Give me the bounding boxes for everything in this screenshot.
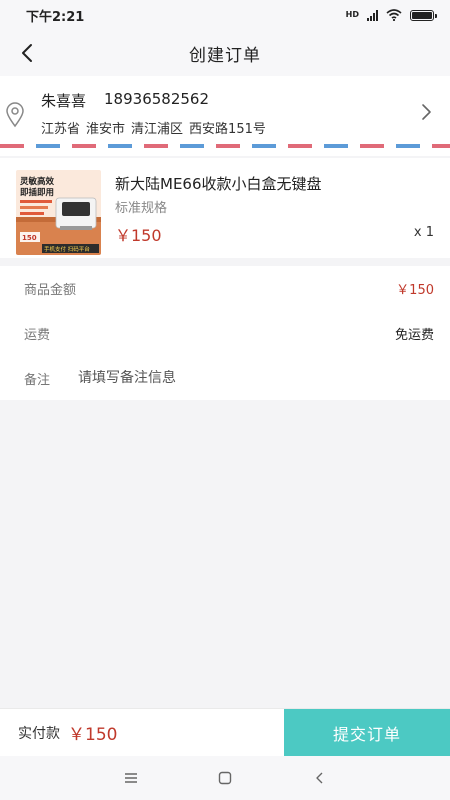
product-price: ￥150	[115, 226, 162, 245]
note-label: 备注	[24, 372, 51, 388]
product-quantity: x 1	[413, 225, 434, 240]
wifi-icon	[386, 9, 402, 21]
address-street: 西安路151号	[189, 122, 266, 137]
system-back-button[interactable]	[309, 768, 329, 788]
order-summary: 商品金额 ￥150 运费 免运费 备注	[0, 266, 450, 400]
header: 创建订单	[0, 30, 450, 76]
hd-label: HD	[345, 10, 359, 19]
goods-amount-label: 商品金额	[24, 282, 77, 298]
address-district: 清江浦区	[131, 122, 184, 137]
battery-icon	[410, 9, 437, 21]
menu-icon	[125, 773, 137, 783]
address-province: 江苏省	[41, 122, 81, 137]
product-image: 灵敏高效 即插即用 150 手机支付 扫码平台	[16, 170, 101, 255]
checkout-bar: 实付款 ￥150 提交订单	[0, 708, 450, 757]
page-title: 创建订单	[189, 45, 261, 66]
address-city: 淮安市	[86, 122, 126, 137]
goods-amount-value: ￥150	[396, 282, 434, 298]
chevron-left-icon	[22, 44, 32, 62]
recipient-name: 朱喜喜	[41, 92, 87, 110]
goods-amount-row: 商品金额 ￥150	[0, 266, 450, 310]
submit-order-button[interactable]: 提交订单	[284, 709, 450, 757]
note-row: 备注	[0, 356, 450, 400]
chevron-right-icon	[422, 104, 431, 120]
product-item: 灵敏高效 即插即用 150 手机支付 扫码平台 新大陆ME66收款小白盒无键盘 …	[0, 158, 450, 258]
recipient-line: 朱喜喜 18936582562	[41, 90, 209, 111]
status-icons: HD	[345, 9, 437, 21]
status-time: 下午2:21	[26, 9, 85, 25]
thumb-banner: 手机支付 扫码平台	[44, 245, 90, 253]
shipping-label: 运费	[24, 327, 51, 343]
recipient-phone: 18936582562	[104, 90, 209, 108]
thumb-price-tag: 150	[22, 234, 37, 242]
home-button[interactable]	[215, 768, 235, 788]
shipping-row: 运费 免运费	[0, 311, 450, 355]
address-line: 江苏省 淮安市 清江浦区 西安路151号	[41, 118, 266, 137]
back-triangle-icon	[316, 772, 323, 784]
menu-button[interactable]	[121, 768, 141, 788]
signal-icon	[367, 9, 378, 21]
pay-amount: ￥150	[68, 725, 118, 745]
thumb-headline2: 即插即用	[20, 187, 54, 198]
product-spec: 标准规格	[115, 201, 168, 216]
status-bar: 下午2:21 HD	[0, 0, 450, 30]
product-title: 新大陆ME66收款小白盒无键盘	[115, 175, 322, 193]
thumb-headline1: 灵敏高效	[20, 176, 55, 187]
location-pin-icon	[6, 102, 24, 128]
system-nav-bar	[0, 756, 450, 800]
home-square-icon	[218, 771, 232, 785]
shipping-value: 免运费	[394, 327, 434, 343]
note-input[interactable]	[78, 370, 379, 386]
product-thumbnail: 灵敏高效 即插即用 150 手机支付 扫码平台	[16, 170, 101, 255]
airmail-divider	[0, 144, 450, 148]
pay-label: 实付款	[18, 725, 60, 742]
back-button[interactable]	[12, 38, 42, 68]
